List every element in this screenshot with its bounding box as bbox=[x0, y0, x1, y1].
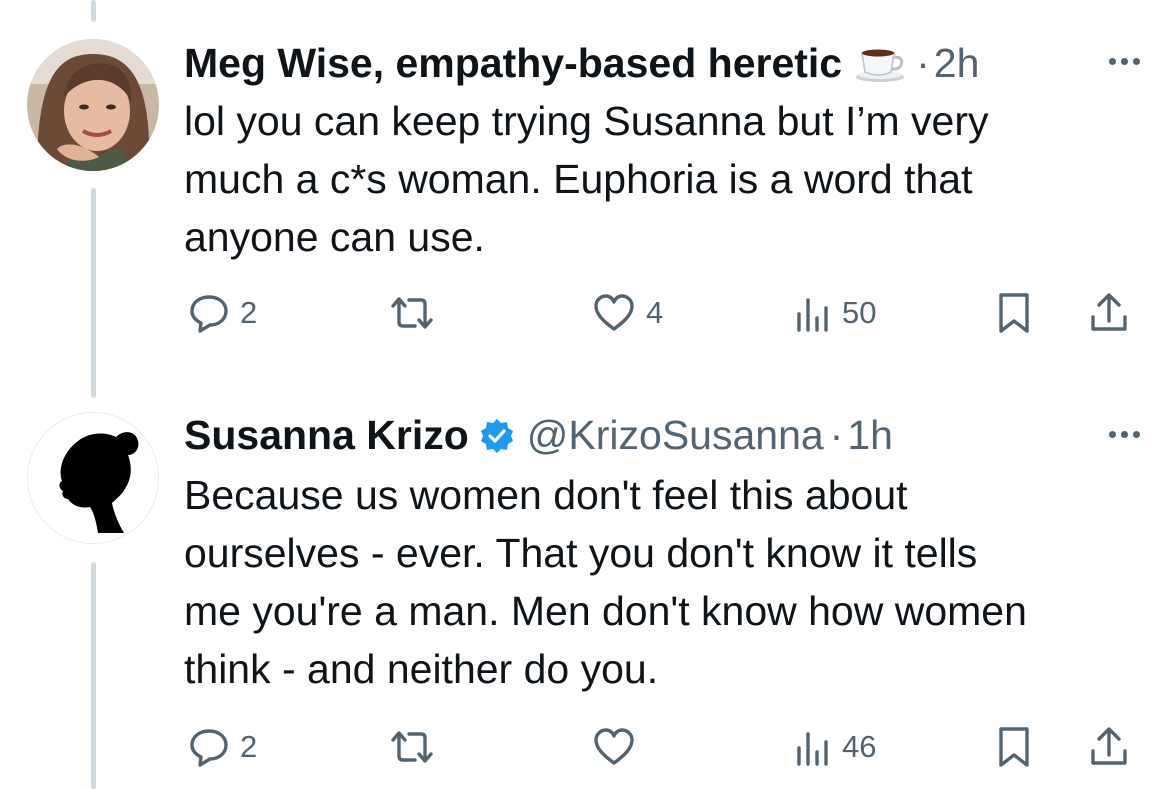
views-count: 46 bbox=[842, 729, 877, 764]
views-button[interactable]: 50 bbox=[794, 288, 876, 338]
reply-count: 2 bbox=[240, 295, 258, 330]
timestamp[interactable]: 2h bbox=[934, 40, 980, 87]
verified-badge-icon bbox=[479, 418, 515, 454]
thread-line-middle bbox=[91, 188, 96, 398]
author-name[interactable]: Meg Wise, empathy-based heretic bbox=[184, 40, 842, 87]
tweet-text-line: anyone can use. bbox=[184, 214, 485, 260]
tweet-text: Because us women don't feel this about o… bbox=[184, 466, 1144, 698]
views-count: 50 bbox=[842, 295, 877, 330]
like-count: 4 bbox=[646, 295, 664, 330]
reply-button[interactable]: 2 bbox=[188, 288, 257, 338]
views-icon bbox=[794, 726, 832, 768]
tweet-actions: 2 46 bbox=[184, 722, 1144, 772]
retweet-button[interactable] bbox=[387, 288, 437, 338]
tweet-text-line: Because us women don't feel this about bbox=[184, 472, 908, 518]
views-icon bbox=[794, 292, 832, 334]
tweet-text-line: think - and neither do you. bbox=[184, 646, 659, 692]
dot-separator: · bbox=[916, 40, 930, 86]
tweet-actions: 2 4 50 bbox=[184, 288, 1144, 338]
author-name[interactable]: Susanna Krizo bbox=[184, 412, 469, 459]
like-button[interactable] bbox=[592, 722, 636, 772]
like-icon bbox=[592, 726, 636, 768]
retweet-icon bbox=[387, 726, 437, 768]
more-icon[interactable] bbox=[1109, 58, 1140, 65]
share-icon bbox=[1087, 725, 1131, 769]
thread-line-bottom bbox=[91, 562, 96, 789]
retweet-button[interactable] bbox=[387, 722, 437, 772]
reply-button[interactable]: 2 bbox=[188, 722, 257, 772]
tweet-header: Susanna Krizo @KrizoSusanna · 1h bbox=[184, 412, 893, 459]
more-icon[interactable] bbox=[1109, 431, 1140, 438]
tweet-text: lol you can keep trying Susanna but I’m … bbox=[184, 92, 1144, 266]
reply-icon bbox=[188, 292, 230, 334]
bookmark-icon bbox=[996, 725, 1032, 769]
tweet-text-line: me you're a man. Men don't know how wome… bbox=[184, 588, 1027, 634]
reply-icon bbox=[188, 726, 230, 768]
avatar-susanna-krizo[interactable] bbox=[27, 412, 159, 544]
dot-separator: · bbox=[829, 412, 844, 458]
tweet-text-line: lol you can keep trying Susanna but I’m … bbox=[184, 98, 989, 144]
reply-count: 2 bbox=[240, 729, 258, 764]
tweet-header: Meg Wise, empathy-based heretic · 2h bbox=[184, 40, 979, 87]
share-icon bbox=[1087, 291, 1131, 335]
avatar-meg-wise[interactable] bbox=[27, 39, 159, 171]
views-button[interactable]: 46 bbox=[794, 722, 876, 772]
timestamp[interactable]: 1h bbox=[847, 412, 893, 459]
bookmark-button[interactable] bbox=[996, 288, 1032, 338]
author-handle[interactable]: @KrizoSusanna bbox=[527, 412, 824, 459]
thread-line-top bbox=[91, 0, 96, 22]
share-button[interactable] bbox=[1087, 722, 1131, 772]
coffee-emoji bbox=[854, 45, 906, 83]
like-button[interactable]: 4 bbox=[592, 288, 663, 338]
tweet-text-line: ourselves - ever. That you don't know it… bbox=[184, 530, 978, 576]
tweet-text-line: much a c*s woman. Euphoria is a word tha… bbox=[184, 156, 973, 202]
bookmark-icon bbox=[996, 291, 1032, 335]
like-icon bbox=[592, 292, 636, 334]
share-button[interactable] bbox=[1087, 288, 1131, 338]
bookmark-button[interactable] bbox=[996, 722, 1032, 772]
retweet-icon bbox=[387, 292, 437, 334]
